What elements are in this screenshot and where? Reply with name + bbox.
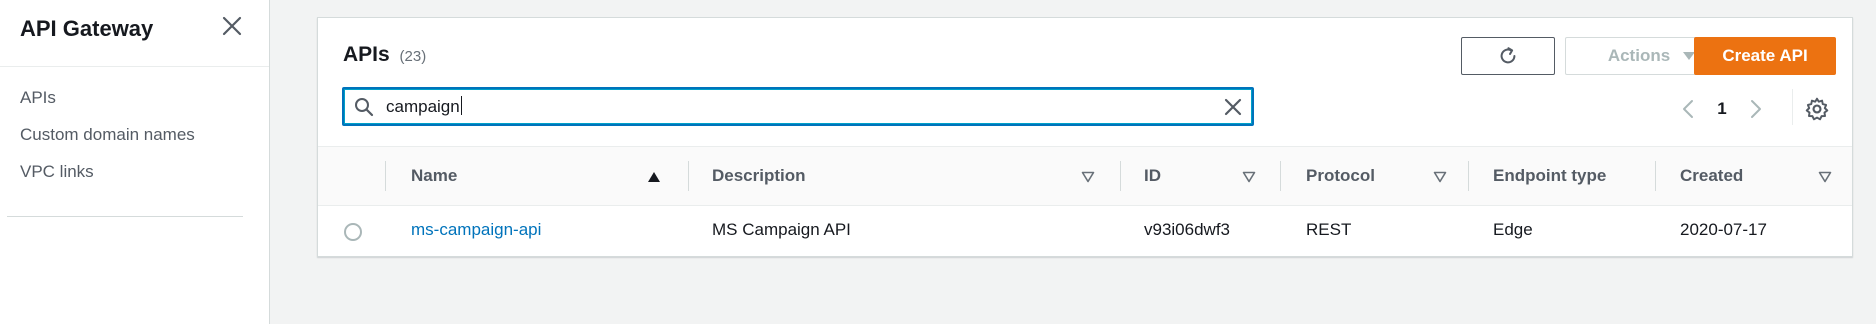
column-divider	[1468, 161, 1469, 191]
sidebar-nav: APIs Custom domain names VPC links	[0, 84, 270, 195]
apis-panel: APIs (23) Actions Create API campaign 1	[317, 17, 1853, 257]
column-header-protocol[interactable]: Protocol	[1306, 147, 1375, 205]
sort-ascending-icon[interactable]	[647, 171, 661, 183]
column-divider	[1655, 161, 1656, 191]
sidebar-item-apis[interactable]: APIs	[0, 84, 270, 121]
refresh-icon	[1500, 47, 1516, 64]
table-row[interactable]: ms-campaign-api MS Campaign API v93i06dw…	[318, 206, 1852, 257]
sidebar-divider	[7, 216, 243, 217]
search-value: campaign	[386, 97, 460, 116]
api-description: MS Campaign API	[712, 220, 851, 239]
sidebar: API Gateway APIs Custom domain names VPC…	[0, 0, 270, 324]
search-icon	[355, 98, 374, 117]
column-header-created[interactable]: Created	[1680, 147, 1743, 205]
column-divider	[1280, 161, 1281, 191]
pagination: 1	[1678, 96, 1766, 122]
sort-icon[interactable]	[1242, 171, 1256, 183]
column-divider	[688, 161, 689, 191]
api-created: 2020-07-17	[1680, 220, 1767, 239]
sidebar-item-custom-domain-names[interactable]: Custom domain names	[0, 121, 270, 158]
sidebar-item-vpc-links[interactable]: VPC links	[0, 158, 270, 195]
api-count: (23)	[399, 48, 427, 65]
sort-icon[interactable]	[1433, 171, 1447, 183]
close-icon[interactable]	[220, 14, 244, 38]
clear-search-icon[interactable]	[1222, 96, 1244, 118]
api-id: v93i06dwf3	[1144, 220, 1231, 239]
table-header: Name Description ID Protocol Endpoint ty…	[318, 146, 1852, 206]
api-protocol: REST	[1306, 220, 1352, 239]
sort-icon[interactable]	[1818, 171, 1832, 183]
refresh-button[interactable]	[1461, 37, 1555, 75]
search-input[interactable]: campaign	[342, 87, 1254, 126]
column-divider	[385, 161, 386, 191]
actions-label: Actions	[1607, 46, 1671, 65]
previous-page-icon[interactable]	[1678, 97, 1700, 121]
api-endpoint-type: Edge	[1493, 220, 1533, 239]
column-header-description[interactable]: Description	[712, 147, 806, 205]
sidebar-header: API Gateway	[0, 0, 269, 67]
gear-icon[interactable]	[1804, 96, 1830, 122]
sidebar-title: API Gateway	[20, 16, 154, 41]
pagination-divider	[1792, 89, 1793, 125]
column-header-endpoint-type[interactable]: Endpoint type	[1493, 147, 1606, 205]
page-title: APIs (23)	[343, 43, 426, 67]
column-header-name[interactable]: Name	[411, 147, 457, 205]
next-page-icon[interactable]	[1744, 97, 1766, 121]
column-divider	[1120, 161, 1121, 191]
create-api-button[interactable]: Create API	[1694, 37, 1836, 75]
row-select-radio[interactable]	[344, 223, 362, 241]
column-header-id[interactable]: ID	[1144, 147, 1161, 205]
sort-icon[interactable]	[1081, 171, 1095, 183]
current-page[interactable]: 1	[1700, 99, 1744, 119]
api-name-link[interactable]: ms-campaign-api	[411, 220, 541, 240]
panel-title-text: APIs	[343, 43, 390, 66]
